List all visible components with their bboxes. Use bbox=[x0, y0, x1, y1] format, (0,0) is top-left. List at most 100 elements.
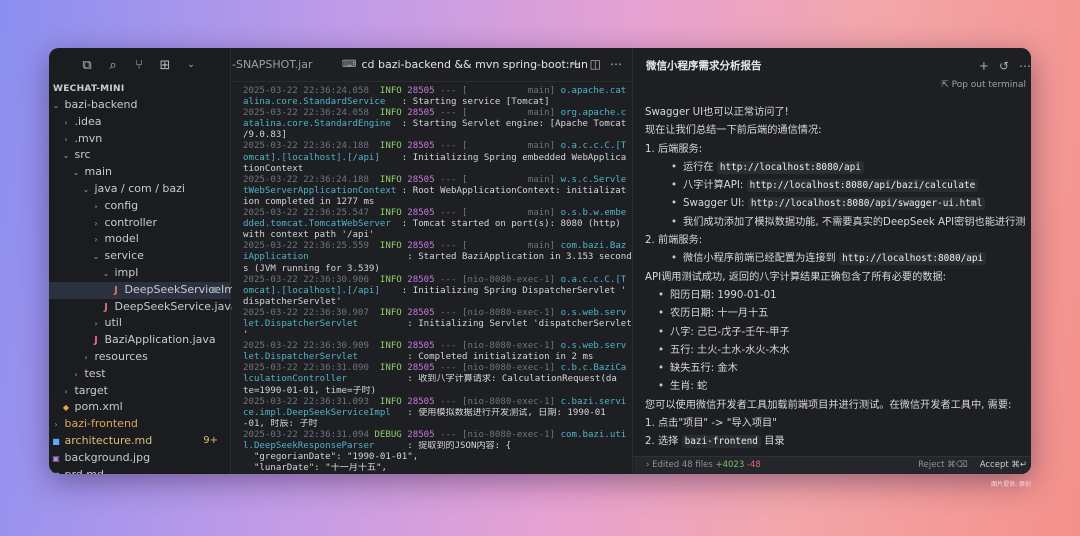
terminal-line: "lunarDate": "十一月十五", bbox=[243, 463, 632, 474]
problems-badge: 9+ bbox=[203, 434, 218, 446]
terminal-segment: --- [ main] bbox=[434, 86, 561, 96]
terminal-segment: 28505 bbox=[401, 141, 435, 152]
tree-item[interactable]: › config bbox=[49, 198, 230, 215]
terminal-line: -01, 时辰: 子时 bbox=[243, 419, 632, 430]
chat-text: 现在让我们总结一下前后端的通信情况: bbox=[645, 125, 822, 137]
tree-item[interactable]: › bazi-frontend bbox=[49, 416, 230, 433]
tree-item[interactable]: J BaziApplication.java bbox=[49, 332, 230, 349]
tab-active-terminal[interactable]: ⌨ cd bazi-backend && mvn spring-boot:run bbox=[342, 58, 588, 71]
terminal-output[interactable]: 2025-03-22 22:36:24.058 INFO 28505 --- [… bbox=[232, 82, 632, 474]
tree-item[interactable]: › util bbox=[49, 315, 230, 332]
terminal-segment: atalina.core.StandardEngine bbox=[243, 119, 391, 130]
edited-files-summary[interactable]: › Edited 48 files +4023 -48 bbox=[646, 457, 761, 474]
terminal-panel: -SNAPSHOT.jar ⌨ cd bazi-backend && mvn s… bbox=[232, 48, 633, 474]
tree-item-label: test bbox=[81, 366, 106, 380]
terminal-segment: o.s.b.w.embe bbox=[560, 208, 627, 219]
source-control-icon[interactable]: ⑂ bbox=[131, 58, 147, 73]
terminal-line: tionContext bbox=[243, 164, 632, 175]
terminal-line: /9.0.83] bbox=[243, 130, 632, 141]
tab-snapshot-jar[interactable]: -SNAPSHOT.jar bbox=[232, 58, 342, 71]
inline-code: http://localhost:8080/api bbox=[839, 252, 987, 266]
reject-button[interactable]: Reject ⌘⌫ bbox=[918, 457, 968, 474]
terminal-segment: 2025-03-22 22:36:24.058 bbox=[243, 108, 380, 119]
terminal-line: with context path '/api' bbox=[243, 230, 632, 241]
chat-line: 1. 后端服务: bbox=[645, 141, 1025, 159]
terminal-line: 2025-03-22 22:36:24.188 INFO 28505 --- [… bbox=[243, 175, 632, 186]
chat-text: 2. 前端服务: bbox=[645, 235, 703, 247]
terminal-segment: o.s.web.serv bbox=[560, 307, 627, 318]
tree-item-label: pom.xml bbox=[71, 400, 123, 414]
accept-button[interactable]: Accept ⌘↵ bbox=[980, 457, 1027, 474]
tree-item[interactable]: ⌄ impl bbox=[49, 265, 230, 282]
terminal-segment: --- [ main] bbox=[434, 208, 561, 219]
chevron-down-icon: ⌄ bbox=[92, 252, 100, 262]
chat-line: • 缺失五行: 金木 bbox=[645, 360, 1025, 378]
tree-item[interactable]: › model bbox=[49, 231, 230, 248]
terminal-segment: 28505 bbox=[401, 396, 435, 407]
tree-item[interactable]: › resources bbox=[49, 349, 230, 366]
terminal-segment: INFO bbox=[379, 141, 402, 152]
terminal-segment: : 使用模拟数据进行开发测试, 日期: 1990-01 bbox=[390, 407, 606, 418]
terminal-segment: com.bazi.uti bbox=[560, 429, 627, 440]
pop-out-terminal-button[interactable]: ⇱ Pop out terminal bbox=[941, 80, 1026, 90]
chat-text: 生肖: 蛇 bbox=[670, 381, 708, 393]
tree-item[interactable]: ◆ pom.xml bbox=[49, 399, 230, 416]
tree-item[interactable]: ▣ background.jpg bbox=[49, 450, 230, 467]
tree-item[interactable]: ⌄ main bbox=[49, 164, 230, 181]
tree-item[interactable]: ⌄ java / com / bazi bbox=[49, 181, 230, 198]
tree-item-label: controller bbox=[101, 215, 157, 229]
more-icon[interactable]: ⋯ bbox=[610, 57, 622, 71]
terminal-segment: --- [nio-8080-exec-1] bbox=[434, 396, 561, 407]
tree-item[interactable]: › target bbox=[49, 383, 230, 400]
chat-line: Swagger UI也可以正常访问了! bbox=[645, 104, 1025, 122]
tree-item[interactable]: › controller bbox=[49, 215, 230, 232]
terminal-line: iApplication : Started BaziApplication i… bbox=[243, 252, 632, 263]
chat-text: 运行在 bbox=[683, 161, 717, 173]
extensions-icon[interactable]: ⊞ bbox=[157, 58, 173, 73]
tree-item[interactable]: › .idea bbox=[49, 114, 230, 131]
terminal-segment: 28505 bbox=[401, 174, 435, 185]
terminal-segment: tionContext bbox=[243, 163, 304, 174]
terminal-segment: INFO bbox=[379, 274, 402, 285]
terminal-segment: 2025-03-22 22:36:31.093 bbox=[243, 396, 380, 407]
bullet-icon: • bbox=[671, 253, 678, 265]
search-icon[interactable]: ⌕ bbox=[105, 58, 121, 73]
history-icon[interactable]: ↺ bbox=[999, 59, 1009, 73]
lines-added: +4023 bbox=[715, 460, 745, 470]
tree-item[interactable]: ⌄ bazi-backend bbox=[49, 97, 230, 114]
tree-item-label: target bbox=[71, 383, 108, 397]
chat-text: 1. 点击"项目" -> "导入项目" bbox=[645, 418, 777, 430]
copy-icon[interactable]: ⧉ bbox=[79, 58, 95, 73]
new-chat-icon[interactable]: + bbox=[979, 59, 989, 73]
terminal-segment: 28505 bbox=[401, 241, 435, 252]
terminal-segment: --- [nio-8080-exec-1] bbox=[434, 363, 561, 374]
terminal-segment: omcat].[localhost].[/api] bbox=[243, 285, 380, 296]
tree-item[interactable]: ■ prd.md bbox=[49, 467, 230, 474]
terminal-segment: 28505 bbox=[401, 429, 435, 440]
tree-item[interactable]: › .mvn bbox=[49, 131, 230, 148]
split-terminal-icon[interactable]: ◫ bbox=[590, 57, 601, 71]
tree-item[interactable]: J DeepSeekService.java bbox=[49, 299, 237, 316]
edit-actions: Reject ⌘⌫ Accept ⌘↵ bbox=[918, 457, 1027, 474]
chevron-down-icon[interactable]: ⌄ bbox=[183, 60, 199, 70]
tree-item[interactable]: › test bbox=[49, 366, 230, 383]
terminal-segment: DEBUG bbox=[374, 429, 402, 440]
tree-item[interactable]: ⌄ service bbox=[49, 248, 230, 265]
terminal-segment: 2025-03-22 22:36:30.906 bbox=[243, 274, 380, 285]
terminal-segment: iApplication bbox=[243, 252, 309, 263]
chat-line: • 八字: 己巳-戊子-壬午-甲子 bbox=[645, 324, 1025, 342]
terminal-line: 2025-03-22 22:36:31.090 INFO 28505 --- [… bbox=[243, 363, 632, 374]
tree-item[interactable]: ■ architecture.md 9+ bbox=[49, 433, 230, 450]
more-icon[interactable]: ⋯ bbox=[1019, 59, 1031, 73]
chat-title: 微信小程序需求分析报告 bbox=[646, 59, 762, 72]
chat-line: • 运行在 http://localhost:8080/api bbox=[645, 159, 1025, 177]
chat-text: Swagger UI也可以正常访问了! bbox=[645, 107, 789, 118]
java-file-icon: J bbox=[114, 284, 118, 296]
terminal-segment: dispatcherServlet' bbox=[243, 296, 342, 307]
terminal-segment: let.DispatcherServlet bbox=[243, 318, 358, 329]
terminal-segment: --- [ main] bbox=[434, 141, 561, 152]
tree-item[interactable]: ⌄ src bbox=[49, 147, 230, 164]
new-terminal-icon[interactable]: + bbox=[571, 57, 581, 71]
inline-code: http://localhost:8080/api bbox=[716, 160, 864, 174]
tree-item[interactable]: J DeepSeekServiceImpl.java ● bbox=[49, 281, 272, 299]
